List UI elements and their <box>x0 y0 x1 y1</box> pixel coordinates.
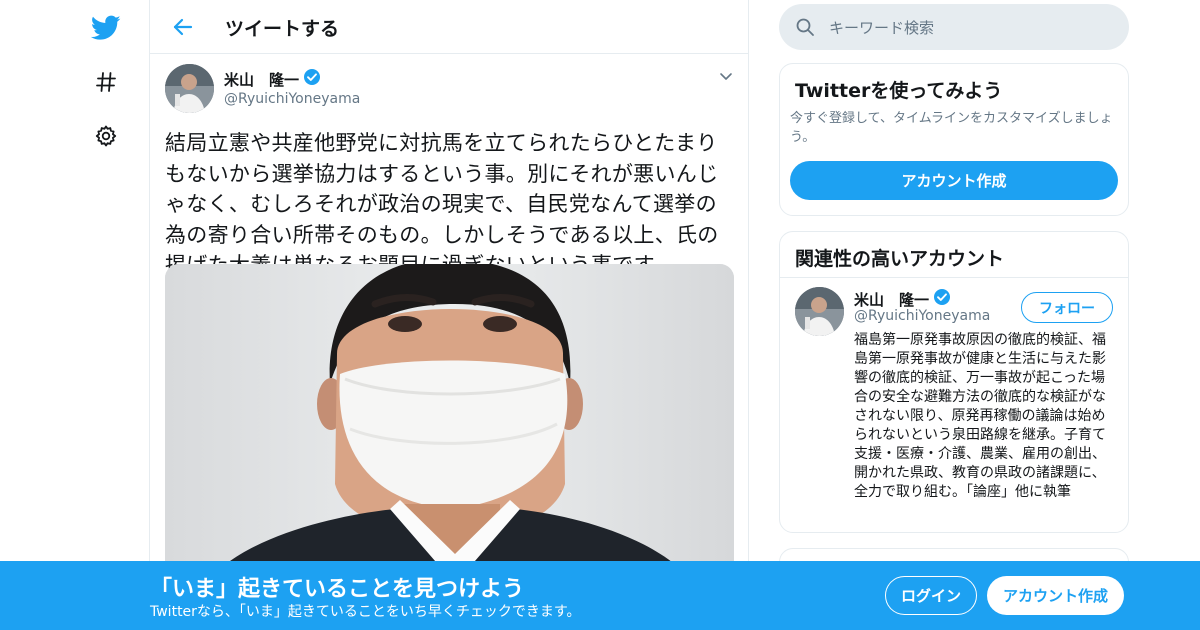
page: ツイートする 米山 隆一 @RyuichiYoneyama 結局立憲や共産他野党… <box>0 0 1200 630</box>
signup-card-description: 今すぐ登録して、タイムラインをカスタマイズしましょう。 <box>790 111 1113 145</box>
signup-card-title: Twitterを使ってみよう <box>795 80 1003 102</box>
signup-banner: 「いま」起きていることを見つけよう Twitterなら、「いま」起きていることを… <box>0 561 1200 630</box>
follow-button[interactable]: フォロー <box>1021 292 1113 323</box>
hashtag-icon[interactable] <box>88 64 124 100</box>
avatar[interactable] <box>795 287 844 336</box>
search-bar[interactable]: キーワード検索 <box>779 4 1129 50</box>
related-accounts-title: 関連性の高いアカウント <box>795 248 1005 270</box>
signup-card: Twitterを使ってみよう 今すぐ登録して、タイムラインをカスタマイズしましょ… <box>779 63 1129 216</box>
related-account-name[interactable]: 米山 隆一 <box>854 288 951 310</box>
create-account-button[interactable]: アカウント作成 <box>790 161 1118 200</box>
tweet[interactable]: 米山 隆一 @RyuichiYoneyama 結局立憲や共産他野党に対抗馬を立て… <box>150 54 748 277</box>
banner-subtitle: Twitterなら、「いま」起きていることをいち早くチェックできます。 <box>150 604 581 620</box>
tweet-media-photo[interactable] <box>165 264 734 584</box>
left-nav <box>0 0 150 630</box>
related-account-handle[interactable]: @RyuichiYoneyama <box>854 308 990 324</box>
author-name-text[interactable]: 米山 隆一 <box>224 69 299 90</box>
page-title: ツイートする <box>225 18 340 40</box>
banner-title: 「いま」起きていることを見つけよう <box>150 577 525 602</box>
page-header: ツイートする <box>150 0 748 54</box>
search-icon <box>795 17 815 37</box>
related-account-name-text[interactable]: 米山 隆一 <box>854 289 929 310</box>
tweet-author-handle[interactable]: @RyuichiYoneyama <box>224 91 360 107</box>
search-input[interactable]: キーワード検索 <box>829 17 934 38</box>
banner-create-account-button[interactable]: アカウント作成 <box>987 576 1124 615</box>
login-button[interactable]: ログイン <box>885 576 977 615</box>
related-accounts-card: 関連性の高いアカウント 米山 隆一 @RyuichiYoneyama フォロー … <box>779 231 1129 533</box>
back-arrow-icon[interactable] <box>168 12 198 42</box>
related-account-bio: 福島第一原発事故原因の徹底的検証、福島第一原発事故が健康と生活に与えた影響の徹底… <box>854 332 1106 500</box>
tweet-author-name[interactable]: 米山 隆一 <box>224 68 321 90</box>
twitter-logo-icon[interactable] <box>88 10 124 46</box>
divider <box>780 277 1128 278</box>
gear-icon[interactable] <box>88 118 124 154</box>
chevron-down-icon[interactable] <box>718 68 734 84</box>
tweet-text: 結局立憲や共産他野党に対抗馬を立てられたらひとたまりもないから選挙協力はするとい… <box>165 131 719 277</box>
avatar[interactable] <box>165 64 214 113</box>
verified-badge-icon <box>933 288 951 310</box>
verified-badge-icon <box>303 68 321 90</box>
main-column: ツイートする 米山 隆一 @RyuichiYoneyama 結局立憲や共産他野党… <box>149 0 749 630</box>
